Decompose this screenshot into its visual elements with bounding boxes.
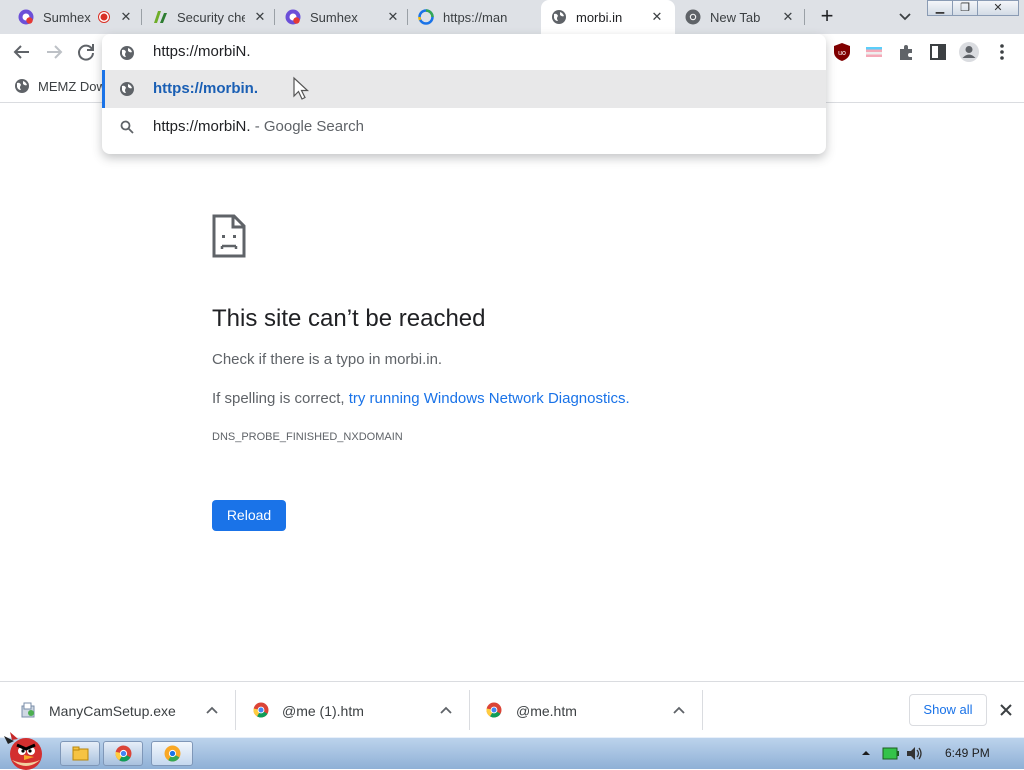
close-tab-icon[interactable]: ✕ [117, 8, 135, 26]
new-tab-button[interactable]: + [816, 5, 838, 28]
selection-indicator [102, 70, 105, 108]
suggestion-suffix: - Google Search [250, 118, 364, 135]
tab-sumhex-2[interactable]: Sumhex ✕ [275, 0, 408, 34]
globe-icon [552, 10, 566, 24]
tab-title: Security che [177, 10, 245, 25]
loading-spinner-icon [418, 9, 434, 25]
network-diagnostics-link[interactable]: try running Windows Network Diagnostics [349, 390, 626, 407]
suggestion-text: https://morbiN. - Google Search [153, 118, 364, 135]
download-shelf: ManyCamSetup.exe @me (1).htm @me.htm Sho… [0, 681, 1024, 738]
chrome-icon [486, 702, 502, 718]
suggestion-search[interactable]: https://morbiN. - Google Search [102, 108, 826, 146]
tab-title: https://man [443, 10, 508, 25]
angry-bird-start-icon[interactable] [2, 730, 50, 770]
sad-page-icon [212, 214, 246, 258]
spelling-hint: If spelling is correct, try running Wind… [212, 390, 630, 407]
side-panel-icon[interactable] [927, 41, 949, 63]
chrome-icon [685, 9, 701, 25]
chevron-up-icon[interactable] [439, 703, 453, 717]
chrome-icon [115, 745, 132, 762]
bookmark-memz[interactable]: MEMZ Dow [14, 77, 106, 95]
address-bar[interactable]: https://morbiN. [102, 34, 826, 72]
spelling-suffix: . [625, 390, 630, 407]
folder-icon [72, 746, 89, 761]
tab-title: New Tab [710, 10, 761, 25]
sumhex-icon [285, 9, 301, 25]
tab-title: Sumhex [43, 10, 91, 25]
suggestion-query: https://morbiN. [153, 118, 251, 135]
chrome-icon [253, 702, 269, 718]
tab-new-tab[interactable]: New Tab ✕ [675, 0, 805, 34]
address-input[interactable]: https://morbiN. [153, 43, 251, 60]
close-tab-icon[interactable]: ✕ [251, 8, 269, 26]
svg-text:uo: uo [838, 50, 846, 57]
reload-button[interactable]: Reload [212, 500, 286, 531]
recording-icon [98, 11, 110, 23]
divider [702, 690, 703, 730]
download-filename: ManyCamSetup.exe [49, 703, 176, 719]
extensions-puzzle-icon[interactable] [895, 41, 917, 63]
back-arrow-icon[interactable] [10, 40, 34, 64]
volume-icon[interactable] [905, 745, 923, 762]
tab-strip: Sumhex ✕ Security che ✕ Sumhex ✕ https:/… [0, 0, 1024, 34]
reload-icon[interactable] [74, 40, 98, 64]
close-tab-icon[interactable]: ✕ [384, 8, 402, 26]
battery-icon[interactable] [882, 746, 900, 761]
error-title: This site can’t be reached [212, 305, 486, 332]
suggestion-text: https://morbin. [153, 80, 258, 97]
suggestion-url[interactable]: https://morbin. [102, 70, 826, 108]
close-icon[interactable] [997, 701, 1015, 719]
tab-title: Sumhex [310, 10, 358, 25]
more-menu-icon[interactable] [991, 41, 1013, 63]
installer-icon [21, 702, 35, 718]
ublock-origin-icon[interactable]: uo [831, 41, 853, 63]
bookmark-label: MEMZ Dow [38, 78, 106, 94]
close-tab-icon[interactable]: ✕ [779, 8, 797, 26]
taskbar-explorer-button[interactable] [60, 741, 100, 766]
chevron-up-icon[interactable] [205, 703, 219, 717]
tray-expand-icon[interactable] [861, 748, 871, 758]
profile-avatar-icon[interactable] [958, 41, 980, 63]
tab-divider [804, 9, 805, 25]
download-filename: @me.htm [516, 703, 577, 719]
search-icon [120, 120, 134, 134]
spelling-prefix: If spelling is correct, [212, 390, 349, 407]
security-check-icon [154, 11, 167, 23]
clock[interactable]: 6:49 PM [945, 746, 990, 760]
chrome-canary-icon [164, 745, 181, 762]
tab-https-man[interactable]: https://man [408, 0, 541, 34]
flag-extension-icon[interactable] [863, 41, 885, 63]
tab-security-check[interactable]: Security che ✕ [142, 0, 275, 34]
error-code: DNS_PROBE_FINISHED_NXDOMAIN [212, 431, 403, 443]
sumhex-icon [18, 9, 34, 25]
globe-icon [120, 46, 134, 60]
tab-morbi-in[interactable]: morbi.in ✕ [541, 0, 675, 34]
globe-icon [120, 82, 134, 96]
chevron-up-icon[interactable] [672, 703, 686, 717]
forward-arrow-icon[interactable] [42, 40, 66, 64]
taskbar-chrome-canary-button[interactable] [151, 741, 193, 766]
chevron-down-icon[interactable] [896, 6, 914, 26]
window-close-button[interactable]: ✕ [977, 0, 1019, 16]
download-item[interactable]: @me (1).htm [236, 682, 470, 738]
show-all-button[interactable]: Show all [909, 694, 987, 726]
typo-hint: Check if there is a typo in morbi.in. [212, 351, 443, 368]
close-tab-icon[interactable]: ✕ [648, 8, 666, 26]
download-filename: @me (1).htm [282, 703, 364, 719]
tab-title: morbi.in [576, 10, 623, 25]
taskbar: 6:49 PM [0, 732, 1024, 770]
maximize-button[interactable]: ❐ [952, 0, 978, 16]
download-item[interactable]: @me.htm [470, 682, 703, 738]
tab-sumhex-1[interactable]: Sumhex ✕ [8, 0, 142, 34]
minimize-button[interactable]: ▁ [927, 0, 953, 16]
taskbar-chrome-button[interactable] [103, 741, 143, 766]
mouse-cursor-icon [293, 76, 310, 100]
omnibox-dropdown: https://morbiN. https://morbin. https://… [102, 34, 826, 154]
globe-icon [15, 79, 29, 93]
